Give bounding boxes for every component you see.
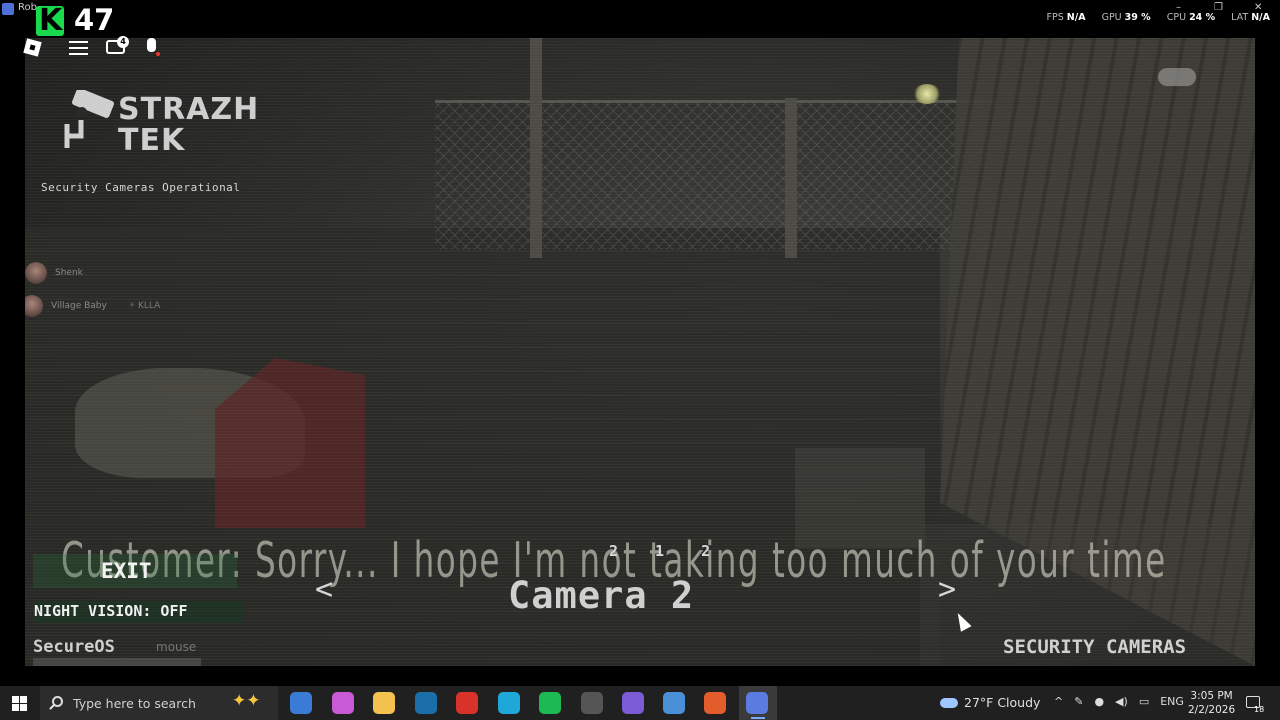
chat-bubble-icon bbox=[1158, 68, 1196, 86]
stat-gpu: GPU 39 % bbox=[1101, 12, 1151, 23]
wps-icon[interactable] bbox=[456, 692, 478, 714]
exit-button[interactable]: EXIT bbox=[33, 554, 237, 588]
k-badge: K bbox=[36, 3, 64, 38]
next-camera-button[interactable]: > bbox=[938, 572, 956, 607]
search-icon bbox=[52, 696, 63, 707]
taskbar-search[interactable]: Type here to search ✦✦ bbox=[40, 686, 278, 720]
exit-label: EXIT bbox=[101, 559, 152, 583]
microphone-tray-icon[interactable]: ● bbox=[1094, 695, 1104, 708]
microphone-icon[interactable] bbox=[147, 38, 156, 52]
chat-badge: 4 bbox=[117, 36, 129, 48]
volume-icon[interactable]: ◀) bbox=[1115, 695, 1128, 708]
pen-icon[interactable]: ✎ bbox=[1074, 695, 1083, 708]
network-icon[interactable]: ▭ bbox=[1139, 695, 1149, 708]
avatar bbox=[25, 262, 47, 284]
language-indicator[interactable]: ENG bbox=[1160, 695, 1184, 708]
roblox-icon[interactable] bbox=[746, 692, 768, 714]
k-badge-letter: K bbox=[39, 3, 63, 38]
system-tray: ^ ✎ ● ◀) ▭ ENG bbox=[1054, 695, 1184, 708]
weather-widget[interactable]: 27°F Cloudy bbox=[940, 695, 1040, 710]
camera-status: Security Cameras Operational bbox=[41, 181, 241, 194]
secureos-bar bbox=[33, 658, 201, 666]
stat-cpu: CPU 24 % bbox=[1166, 12, 1216, 23]
app-window-icon[interactable] bbox=[663, 692, 685, 714]
spotify-icon[interactable] bbox=[539, 692, 561, 714]
windows-taskbar: Type here to search ✦✦ 27°F Cloudy ^ ✎ ●… bbox=[0, 686, 1280, 720]
clock-date: 2/2/2026 bbox=[1188, 704, 1236, 716]
secureos-hint: mouse bbox=[156, 640, 197, 654]
roblox-app-icon bbox=[2, 3, 14, 15]
previous-camera-button[interactable]: < bbox=[315, 572, 333, 607]
copilot-icon[interactable] bbox=[332, 692, 354, 714]
clock[interactable]: 3:05 PM 2/2/2026 bbox=[1188, 689, 1235, 717]
secureos-label: SecureOS bbox=[33, 637, 115, 657]
logo-line1: STRAZH bbox=[118, 92, 260, 127]
performance-stats: FPS N/A GPU 39 % CPU 24 % LAT N/A bbox=[1047, 12, 1270, 23]
strazhtek-logo: STRAZH TEK bbox=[118, 94, 259, 156]
camera-name: Camera 2 bbox=[508, 574, 695, 617]
store-icon[interactable] bbox=[290, 692, 312, 714]
avatar bbox=[25, 295, 43, 317]
security-cameras-label: SECURITY CAMERAS bbox=[1003, 636, 1187, 658]
night-vision-label: NIGHT VISION: OFF bbox=[34, 602, 188, 620]
stat-lat: LAT N/A bbox=[1231, 12, 1270, 23]
brave-icon[interactable] bbox=[704, 692, 726, 714]
logo-line2: TEK bbox=[118, 123, 186, 158]
player-tag: ⚡ KLLA bbox=[128, 301, 161, 311]
edge-icon[interactable] bbox=[498, 692, 520, 714]
menu-icon[interactable] bbox=[69, 41, 88, 55]
discord-icon[interactable] bbox=[622, 692, 644, 714]
player-name: Village Baby bbox=[51, 301, 107, 311]
window-title: Rob bbox=[18, 2, 37, 13]
security-camera-icon bbox=[64, 90, 115, 148]
cloud-icon bbox=[940, 697, 958, 708]
stat-fps: FPS N/A bbox=[1046, 12, 1086, 23]
k-count: 47 bbox=[74, 3, 115, 37]
obs-icon[interactable] bbox=[581, 692, 603, 714]
chevron-up-icon[interactable]: ^ bbox=[1054, 695, 1063, 708]
clock-time: 3:05 PM bbox=[1190, 690, 1233, 702]
sparkle-icon: ✦✦ bbox=[232, 691, 261, 711]
player-entry[interactable]: Shenk bbox=[25, 262, 83, 284]
search-placeholder: Type here to search bbox=[73, 696, 196, 711]
camera-feed: STRAZH TEK Security Cameras Operational … bbox=[25, 38, 1255, 666]
start-button[interactable] bbox=[12, 696, 27, 711]
player-name: Shenk bbox=[55, 268, 83, 278]
steam-icon[interactable] bbox=[415, 692, 437, 714]
notification-count: 18 bbox=[1254, 705, 1265, 714]
night-vision-toggle[interactable]: NIGHT VISION: OFF bbox=[33, 601, 243, 623]
mic-status-dot bbox=[156, 52, 160, 56]
window-titlebar: Rob – ❐ ✕ K 47 FPS N/A GPU 39 % CPU 24 %… bbox=[0, 0, 1280, 38]
weather-text: 27°F Cloudy bbox=[964, 695, 1041, 710]
player-entry[interactable]: Village Baby ⚡ KLLA bbox=[25, 295, 160, 317]
camera-time: 2 1 2 bbox=[609, 542, 725, 560]
file-explorer-icon[interactable] bbox=[373, 692, 395, 714]
